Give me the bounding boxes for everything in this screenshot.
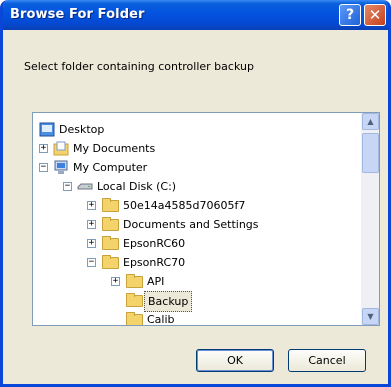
vertical-scrollbar[interactable]: ▲ ▼ (361, 113, 379, 325)
window-title: Browse For Folder (10, 7, 145, 22)
expand-plus-icon[interactable]: + (87, 201, 96, 210)
folder-icon (102, 255, 119, 269)
cancel-button[interactable]: Cancel (288, 349, 366, 372)
my-documents-icon (53, 141, 69, 156)
tree-item-label: EpsonRC60 (123, 237, 186, 250)
collapse-minus-icon[interactable]: − (87, 258, 96, 267)
folder-icon (126, 293, 143, 307)
folder-icon (126, 312, 143, 325)
my-computer-icon (53, 160, 69, 175)
expand-plus-icon[interactable]: + (111, 277, 120, 286)
ok-button[interactable]: OK (196, 349, 274, 372)
tree-item-label: Calib (147, 313, 175, 326)
tree-item-label: 50e14a4585d70605f7 (123, 199, 246, 212)
help-button[interactable]: ? (339, 4, 361, 26)
folder-icon (126, 274, 143, 288)
scroll-down-icon[interactable]: ▼ (362, 308, 379, 325)
folder-icon (102, 198, 119, 212)
scroll-up-icon[interactable]: ▲ (362, 113, 379, 130)
collapse-minus-icon[interactable]: − (63, 182, 72, 191)
disk-drive-icon (77, 179, 93, 194)
close-button[interactable]: ✕ (364, 4, 386, 26)
title-bar[interactable]: Browse For Folder ? ✕ (3, 0, 388, 30)
expand-plus-icon[interactable]: + (87, 239, 96, 248)
expand-plus-icon[interactable]: + (87, 220, 96, 229)
folder-icon (102, 236, 119, 250)
browse-for-folder-dialog: Browse For Folder ? ✕ Select folder cont… (0, 0, 391, 387)
dialog-description: Select folder containing controller back… (24, 60, 254, 73)
tree-item-label: My Documents (73, 142, 156, 155)
tree-item-label: EpsonRC70 (123, 256, 186, 269)
expand-plus-icon[interactable]: + (39, 144, 48, 153)
desktop-icon (39, 122, 55, 137)
scrollbar-thumb[interactable] (362, 133, 379, 173)
tree-item-label: Documents and Settings (123, 218, 259, 231)
folder-icon (102, 217, 119, 231)
tree-item-label: My Computer (73, 161, 148, 174)
collapse-minus-icon[interactable]: − (39, 163, 48, 172)
folder-tree[interactable]: Desktop + My Documents − My Computer − L… (32, 112, 380, 326)
tree-item-label-selected: Backup (144, 291, 193, 312)
tree-item-label: API (147, 275, 165, 288)
tree-item-label: Local Disk (C:) (97, 180, 177, 193)
tree-item-label: Desktop (59, 123, 105, 136)
